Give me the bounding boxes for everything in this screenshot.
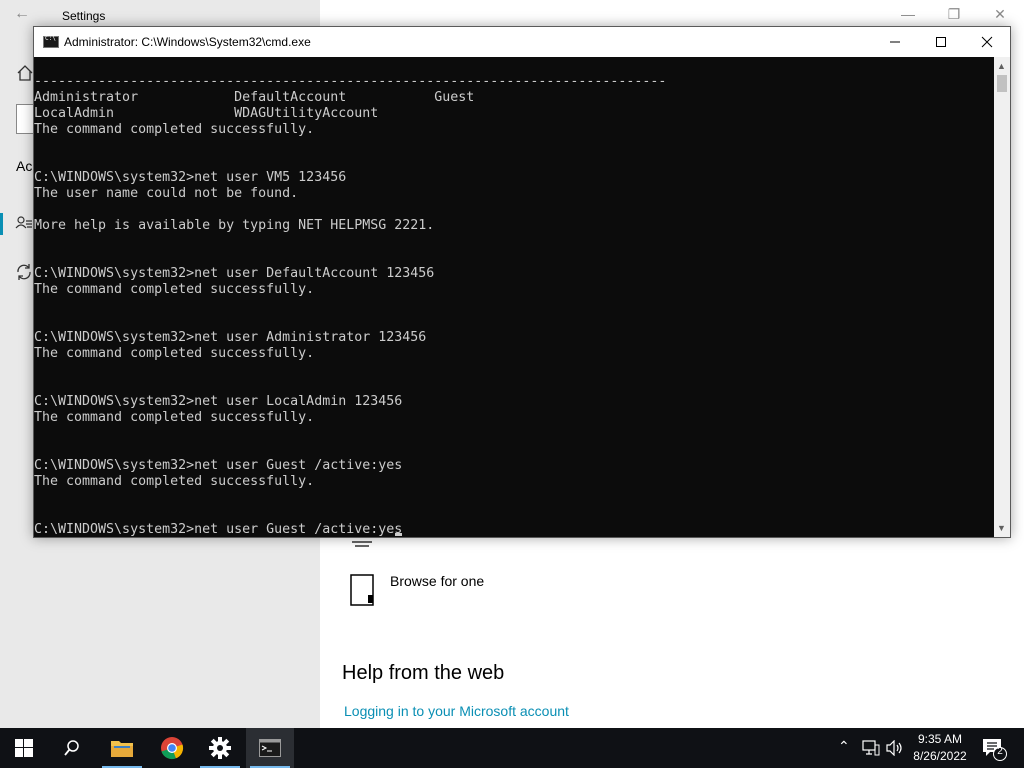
search-button[interactable] — [48, 728, 96, 768]
console-line: The command completed successfully. — [34, 282, 315, 297]
console-line: The command completed successfully. — [34, 410, 315, 425]
settings-restore-button[interactable]: ❐ — [944, 6, 964, 23]
show-hidden-icons-chevron-icon[interactable]: ⌃ — [838, 738, 850, 755]
settings-close-button[interactable]: ✕ — [990, 6, 1010, 23]
search-icon — [64, 740, 79, 756]
settings-minimize-button[interactable]: — — [898, 6, 918, 22]
console-line: C:\WINDOWS\system32>net user Administrat… — [34, 330, 427, 345]
system-clock[interactable]: 9:35 AM 8/26/2022 — [906, 731, 974, 765]
cmd-maximize-button[interactable] — [918, 27, 964, 57]
console-line: The command completed successfully. — [34, 346, 315, 361]
start-button[interactable] — [0, 728, 48, 768]
maximize-icon — [936, 37, 946, 47]
scroll-down-arrow-icon[interactable]: ▼ — [997, 523, 1006, 533]
console-line: ----------------------------------------… — [34, 74, 667, 89]
network-icon[interactable] — [862, 740, 880, 756]
settings-taskbar-button[interactable] — [196, 728, 244, 768]
cmd-window-title: Administrator: C:\Windows\System32\cmd.e… — [64, 35, 311, 49]
microsoft-account-help-link[interactable]: Logging in to your Microsoft account — [344, 703, 569, 719]
console-output[interactable]: ----------------------------------------… — [34, 57, 994, 537]
cmd-close-button[interactable] — [964, 27, 1010, 57]
document-icon[interactable] — [348, 573, 376, 607]
close-icon — [981, 36, 993, 48]
text-cursor — [395, 533, 402, 536]
clock-date: 8/26/2022 — [913, 749, 967, 763]
settings-title: Settings — [62, 9, 106, 23]
home-icon[interactable] — [16, 64, 34, 82]
console-line: C:\WINDOWS\system32>net user Guest /acti… — [34, 458, 403, 473]
console-line: C:\WINDOWS\system32>net user LocalAdmin … — [34, 394, 403, 409]
vertical-scrollbar[interactable]: ▲ ▼ — [994, 57, 1010, 537]
volume-icon[interactable] — [886, 740, 904, 756]
console-line: More help is available by typing NET HEL… — [34, 218, 435, 233]
sync-icon[interactable] — [14, 262, 34, 282]
cmd-titlebar[interactable]: Administrator: C:\Windows\System32\cmd.e… — [34, 27, 1010, 57]
file-explorer-button[interactable] — [98, 728, 146, 768]
console-line: Administrator DefaultAccount Guest — [34, 90, 475, 105]
console-line: C:\WINDOWS\system32>net user VM5 123456 — [34, 170, 347, 185]
cmd-app-icon[interactable] — [43, 35, 59, 48]
console-line: LocalAdmin WDAGUtilityAccount — [34, 106, 379, 121]
scrollbar-thumb[interactable] — [997, 75, 1007, 92]
console-line: The command completed successfully. — [34, 474, 315, 489]
section-heading-fragment: Ac — [16, 158, 33, 174]
help-from-web-heading: Help from the web — [342, 662, 505, 684]
cmd-minimize-button[interactable] — [872, 27, 918, 57]
cmd-window: Administrator: C:\Windows\System32\cmd.e… — [33, 26, 1011, 538]
console-line: The command completed successfully. — [34, 122, 315, 137]
browse-for-one-link[interactable]: Browse for one — [390, 573, 484, 589]
command-prompt-icon — [259, 739, 281, 757]
console-line: C:\WINDOWS\system32>net user DefaultAcco… — [34, 266, 435, 281]
file-explorer-icon — [111, 741, 133, 757]
clock-time: 9:35 AM — [917, 732, 963, 746]
search-box-fragment[interactable] — [16, 104, 33, 134]
scroll-up-arrow-icon[interactable]: ▲ — [997, 61, 1006, 71]
selection-indicator — [0, 213, 3, 235]
console-line: C:\WINDOWS\system32>net user Guest /acti… — [34, 522, 403, 537]
taskbar: ⌃ 9:35 AM 8/26/2022 2 — [0, 728, 1024, 768]
console-lines: ----------------------------------------… — [34, 74, 666, 537]
cmd-taskbar-button[interactable] — [246, 728, 294, 768]
chrome-button[interactable] — [148, 728, 196, 768]
action-center-button[interactable]: 2 — [980, 736, 1008, 762]
console-line: The user name could not be found. — [34, 186, 299, 201]
windows-start-icon — [15, 739, 33, 757]
minimize-icon — [890, 41, 900, 43]
settings-gear-icon — [209, 737, 231, 759]
notification-count: 2 — [997, 746, 1003, 757]
chrome-icon — [161, 737, 184, 760]
person-list-icon[interactable] — [15, 214, 33, 232]
back-arrow-icon[interactable]: ← — [14, 5, 30, 23]
